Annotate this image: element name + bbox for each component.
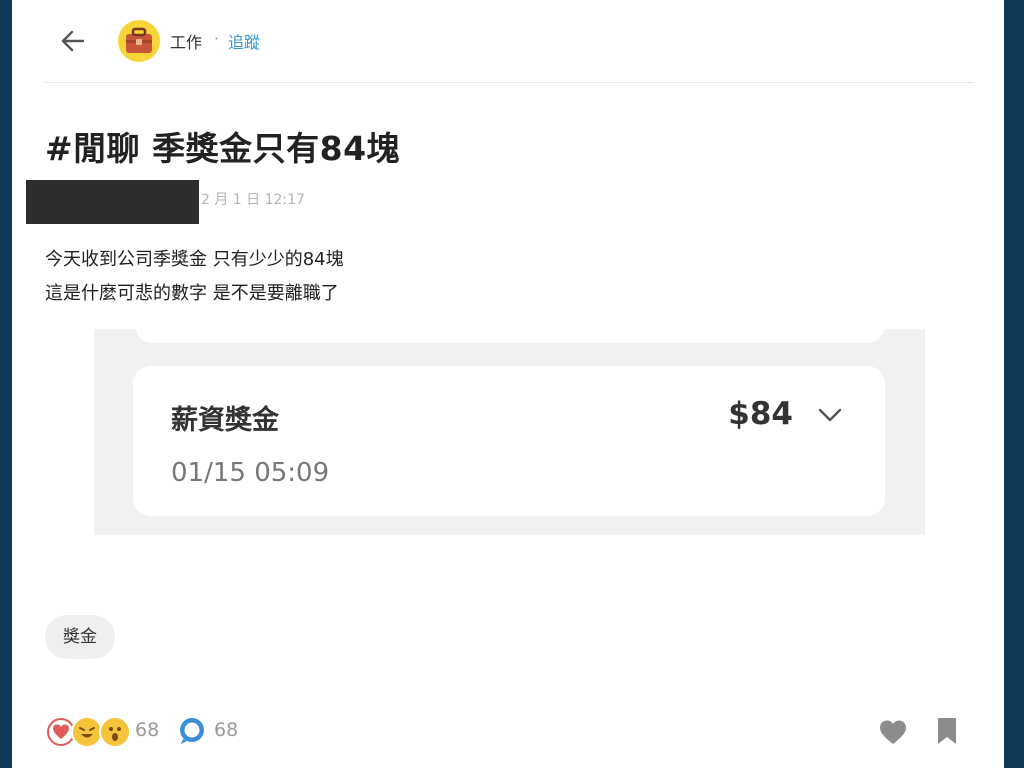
attached-screenshot[interactable]: 薪資獎金 $84 01/15 05:09 [94,329,925,535]
arrow-left-icon[interactable] [58,26,88,56]
like-heart-icon[interactable] [878,718,908,746]
screenshot-card: 薪資獎金 $84 01/15 05:09 [133,366,885,516]
comment-count: 68 [214,719,239,741]
redacted-author [26,180,199,224]
header-divider [45,82,974,83]
post-timestamp: 2 月 1 日 12:17 [201,192,305,208]
post-body-line: 這是什麼可悲的數字 是不是要離職了 [45,283,339,304]
chevron-down-icon [815,402,845,426]
separator-dot: · [214,29,220,48]
post-title: #閒聊 季獎金只有84塊 [45,129,401,168]
surprised-icon [99,716,131,748]
comment-icon[interactable] [177,716,207,746]
screenshot-timestamp: 01/15 05:09 [171,458,330,488]
post-header: 工作 · 追蹤 [12,0,1004,82]
screenshot-label: 薪資獎金 [171,405,279,436]
post-body: 今天收到公司季獎金 只有少少的84塊 這是什麼可悲的數字 是不是要離職了 [45,243,344,311]
post-body-line: 今天收到公司季獎金 只有少少的84塊 [45,249,344,270]
post-page: 工作 · 追蹤 #閒聊 季獎金只有84塊 2 月 1 日 12:17 今天收到公… [12,0,1004,768]
reaction-count: 68 [135,719,160,741]
screenshot-amount: $84 [728,396,793,432]
briefcase-icon[interactable] [118,20,160,62]
follow-button[interactable]: 追蹤 [228,29,260,53]
board-name[interactable]: 工作 [170,29,202,53]
screenshot-card-partial [136,329,884,343]
post-footer: 68 68 [12,706,1004,756]
topic-tag[interactable]: 獎金 [45,615,115,659]
bookmark-icon[interactable] [936,716,958,746]
